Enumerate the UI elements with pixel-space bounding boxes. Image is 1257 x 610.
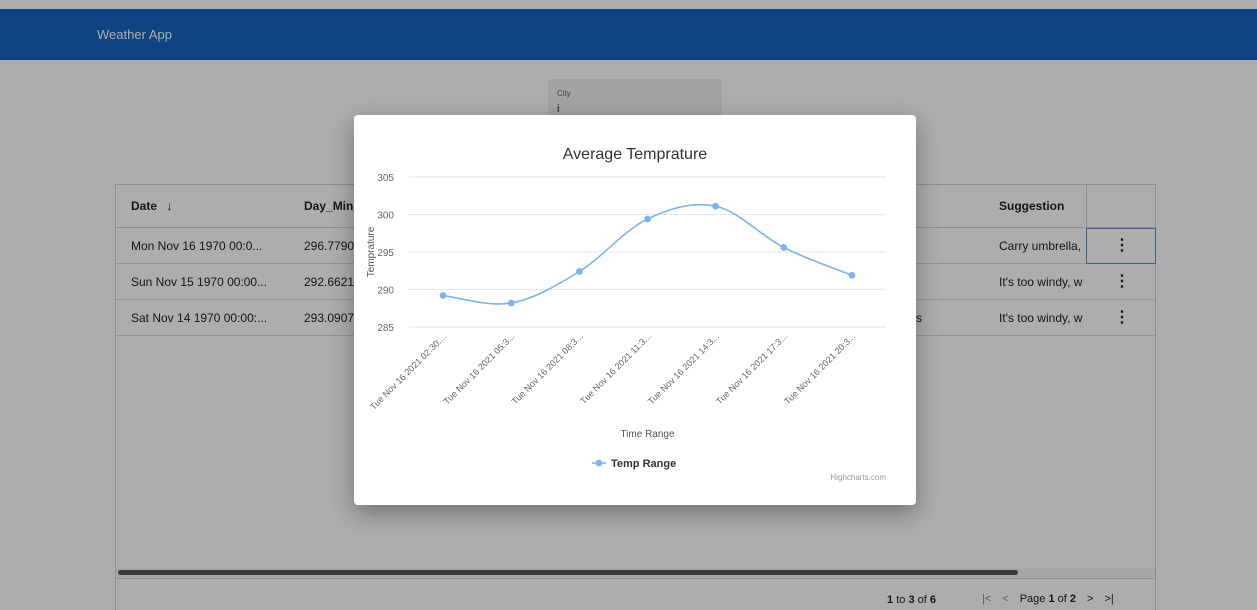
chart-title: Average Temprature	[563, 146, 707, 163]
y-tick-label: 290	[377, 286, 394, 297]
x-tick-label: Tue Nov 16 2021 14:3...	[646, 331, 721, 406]
x-tick-label: Tue Nov 16 2021 11:3...	[578, 331, 653, 406]
data-point	[507, 299, 515, 307]
y-tick-label: 295	[377, 248, 394, 259]
data-point	[575, 268, 583, 275]
x-tick-label: Tue Nov 16 2021 08:3...	[510, 331, 585, 406]
temperature-chart: Average Temprature 285 290 295 300 305 Temprat…	[366, 146, 886, 470]
y-tick-label: 300	[377, 211, 394, 222]
data-point	[848, 271, 856, 279]
x-tick-label: Tue Nov 16 2021 05:3...	[442, 331, 517, 406]
chart-dialog: Average Temprature 285 290 295 300 305 Temprat…	[354, 115, 916, 505]
x-tick-label: Tue Nov 16 2021 20:3...	[782, 331, 857, 406]
x-tick-label: Tue Nov 16 2021 02:30:...	[368, 331, 448, 411]
legend-label: Temp Range	[611, 458, 676, 470]
y-axis-label: Temprature	[366, 226, 377, 277]
y-tick-label: 305	[377, 173, 394, 184]
data-point	[439, 292, 447, 299]
y-tick-label: 285	[377, 323, 394, 334]
chart-credit[interactable]: Highcharts.com	[830, 473, 886, 482]
data-point	[780, 244, 788, 251]
x-axis-label: Time Range	[620, 429, 675, 440]
data-point	[644, 215, 651, 223]
x-tick-label: Tue Nov 16 2021 17:3...	[714, 331, 789, 406]
data-point	[712, 202, 720, 210]
legend-marker	[595, 459, 603, 467]
